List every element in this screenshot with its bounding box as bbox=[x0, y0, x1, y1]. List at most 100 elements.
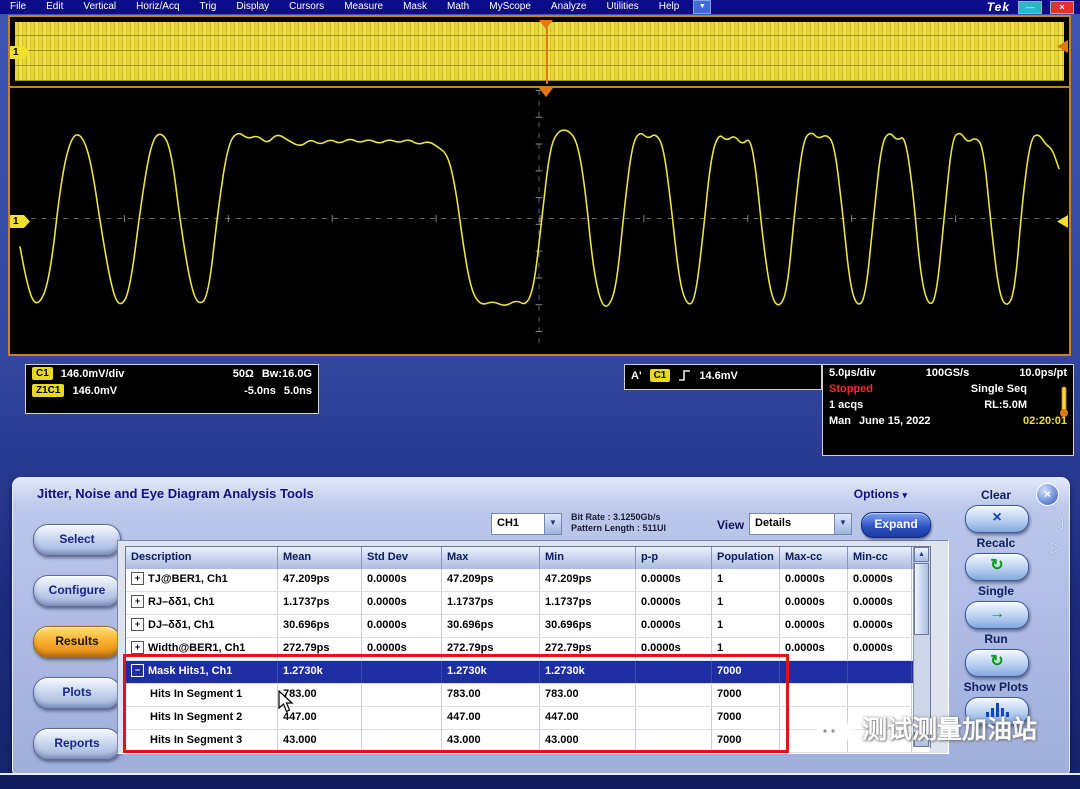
column-header-max[interactable]: Max bbox=[442, 547, 540, 569]
table-row[interactable]: Hits In Segment 1783.00783.00783.007000 bbox=[126, 684, 930, 707]
table-header-row: DescriptionMeanStd DevMaxMinp-pPopulatio… bbox=[126, 547, 930, 569]
sidebar-button-results[interactable]: Results bbox=[33, 626, 121, 658]
chevron-down-icon[interactable]: ▼ bbox=[834, 514, 851, 534]
menu-item-math[interactable]: Math bbox=[437, 0, 479, 13]
menu-item-utilities[interactable]: Utilities bbox=[597, 0, 649, 13]
action-label-show-plots: Show Plots bbox=[951, 680, 1041, 694]
column-header-min[interactable]: Min bbox=[540, 547, 636, 569]
sample-rate: 100GS/s bbox=[926, 367, 969, 379]
column-header-max-cc[interactable]: Max-cc bbox=[780, 547, 848, 569]
ch1-bandwidth: Bw:16.0G bbox=[262, 368, 312, 380]
vertical-readout-box: C1 146.0mV/div 50Ω Bw:16.0G Z1C1 146.0mV… bbox=[25, 364, 319, 414]
sidebar-button-plots[interactable]: Plots bbox=[33, 677, 121, 709]
table-cell bbox=[848, 661, 912, 683]
table-cell: 0.0000s bbox=[362, 615, 442, 637]
scrollbar-thumb[interactable] bbox=[914, 563, 929, 635]
column-header-std-dev[interactable]: Std Dev bbox=[362, 547, 442, 569]
row-description: RJ–δδ1, Ch1 bbox=[148, 596, 215, 608]
options-menu[interactable]: Options ▾ bbox=[854, 487, 907, 501]
channel-select[interactable]: CH1 ▼ bbox=[491, 513, 562, 535]
clear-x-icon: × bbox=[992, 509, 1001, 526]
table-cell: 43.000 bbox=[278, 730, 362, 752]
menu-item-trig[interactable]: Trig bbox=[190, 0, 227, 13]
expand-plus-icon[interactable]: + bbox=[131, 595, 144, 608]
chevron-down-icon[interactable]: ▼ bbox=[544, 514, 561, 534]
view-select[interactable]: Details ▼ bbox=[749, 513, 852, 535]
options-caret-icon: ▾ bbox=[902, 490, 907, 500]
expand-plus-icon[interactable]: + bbox=[131, 641, 144, 654]
menu-dropdown-button[interactable]: ▼ bbox=[693, 0, 711, 14]
watermark-logo-icon bbox=[812, 712, 856, 744]
row-description: TJ@BER1, Ch1 bbox=[148, 573, 228, 585]
sidebar-button-configure[interactable]: Configure bbox=[33, 575, 121, 607]
column-header-min-cc[interactable]: Min-cc bbox=[848, 547, 912, 569]
trigger-mode: Man bbox=[829, 415, 851, 427]
trigger-position-icon-top[interactable] bbox=[539, 20, 553, 29]
table-cell: 272.79ps bbox=[442, 638, 540, 660]
table-row[interactable]: −Mask Hits1, Ch11.2730k1.2730k1.2730k700… bbox=[126, 661, 930, 684]
table-row[interactable]: +DJ–δδ1, Ch130.696ps0.0000s30.696ps30.69… bbox=[126, 615, 930, 638]
record-length: RL:5.0M bbox=[984, 399, 1027, 411]
minimize-button[interactable]: — bbox=[1018, 1, 1042, 14]
menu-item-file[interactable]: File bbox=[0, 0, 36, 13]
panel-title: Jitter, Noise and Eye Diagram Analysis T… bbox=[37, 486, 314, 501]
menu-item-display[interactable]: Display bbox=[226, 0, 279, 13]
table-cell bbox=[636, 684, 712, 706]
menu-item-mask[interactable]: Mask bbox=[393, 0, 437, 13]
description-cell: +DJ–δδ1, Ch1 bbox=[126, 615, 278, 637]
table-cell: 447.00 bbox=[540, 707, 636, 729]
column-header-p-p[interactable]: p-p bbox=[636, 547, 712, 569]
column-header-population[interactable]: Population bbox=[712, 547, 780, 569]
window-close-button[interactable]: × bbox=[1050, 1, 1074, 14]
menu-item-horiz-acq[interactable]: Horiz/Acq bbox=[126, 0, 189, 13]
action-label-run: Run bbox=[951, 632, 1041, 646]
table-cell: 1.2730k bbox=[278, 661, 362, 683]
sidebar-button-reports[interactable]: Reports bbox=[33, 728, 121, 760]
table-cell: 30.696ps bbox=[442, 615, 540, 637]
menu-item-analyze[interactable]: Analyze bbox=[541, 0, 597, 13]
scroll-up-icon[interactable]: ▲ bbox=[914, 547, 929, 562]
menu-item-help[interactable]: Help bbox=[649, 0, 690, 13]
action-button-recalc[interactable]: ↻ bbox=[965, 553, 1029, 581]
expand-button[interactable]: Expand bbox=[861, 512, 931, 538]
menu-item-cursors[interactable]: Cursors bbox=[279, 0, 334, 13]
column-header-mean[interactable]: Mean bbox=[278, 547, 362, 569]
table-cell bbox=[362, 684, 442, 706]
sidebar-button-select[interactable]: Select bbox=[33, 524, 121, 556]
table-cell: 7000 bbox=[712, 707, 780, 729]
collapse-minus-icon[interactable]: − bbox=[131, 664, 144, 677]
action-button-single[interactable]: → bbox=[965, 601, 1029, 629]
nav-left-icon[interactable]: ◁ bbox=[1051, 514, 1063, 532]
table-cell: 7000 bbox=[712, 684, 780, 706]
rising-edge-icon bbox=[678, 369, 691, 382]
menu-item-measure[interactable]: Measure bbox=[334, 0, 393, 13]
table-cell: 1.1737ps bbox=[442, 592, 540, 614]
table-cell: 0.0000s bbox=[636, 638, 712, 660]
table-cell: 0.0000s bbox=[780, 592, 848, 614]
table-cell: 1 bbox=[712, 638, 780, 660]
table-row[interactable]: Hits In Segment 343.00043.00043.0007000 bbox=[126, 730, 930, 753]
table-cell: 447.00 bbox=[442, 707, 540, 729]
waveform-plot bbox=[12, 90, 1067, 348]
expand-plus-icon[interactable]: + bbox=[131, 572, 144, 585]
menu-item-edit[interactable]: Edit bbox=[36, 0, 73, 13]
menu-item-vertical[interactable]: Vertical bbox=[73, 0, 126, 13]
zoom-scale: 146.0mV bbox=[72, 385, 117, 397]
action-button-clear[interactable]: × bbox=[965, 505, 1029, 533]
menu-item-myscope[interactable]: MyScope bbox=[479, 0, 541, 13]
expand-plus-icon[interactable]: + bbox=[131, 618, 144, 631]
column-header-description[interactable]: Description bbox=[126, 547, 278, 569]
table-row[interactable]: +RJ–δδ1, Ch11.1737ps0.0000s1.1737ps1.173… bbox=[126, 592, 930, 615]
table-cell bbox=[636, 661, 712, 683]
action-button-run[interactable]: ↻ bbox=[965, 649, 1029, 677]
table-cell: 1 bbox=[712, 615, 780, 637]
table-cell: 7000 bbox=[712, 730, 780, 752]
trigger-position-icon[interactable] bbox=[539, 88, 553, 97]
table-row[interactable]: +Width@BER1, Ch1272.79ps0.0000s272.79ps2… bbox=[126, 638, 930, 661]
nav-right-icon[interactable]: ▷ bbox=[1051, 538, 1063, 556]
table-cell bbox=[780, 661, 848, 683]
ch1-scale: 146.0mV/div bbox=[61, 368, 125, 380]
table-row[interactable]: Hits In Segment 2447.00447.00447.007000 bbox=[126, 707, 930, 730]
table-cell: 1.2730k bbox=[540, 661, 636, 683]
table-row[interactable]: +TJ@BER1, Ch147.209ps0.0000s47.209ps47.2… bbox=[126, 569, 930, 592]
